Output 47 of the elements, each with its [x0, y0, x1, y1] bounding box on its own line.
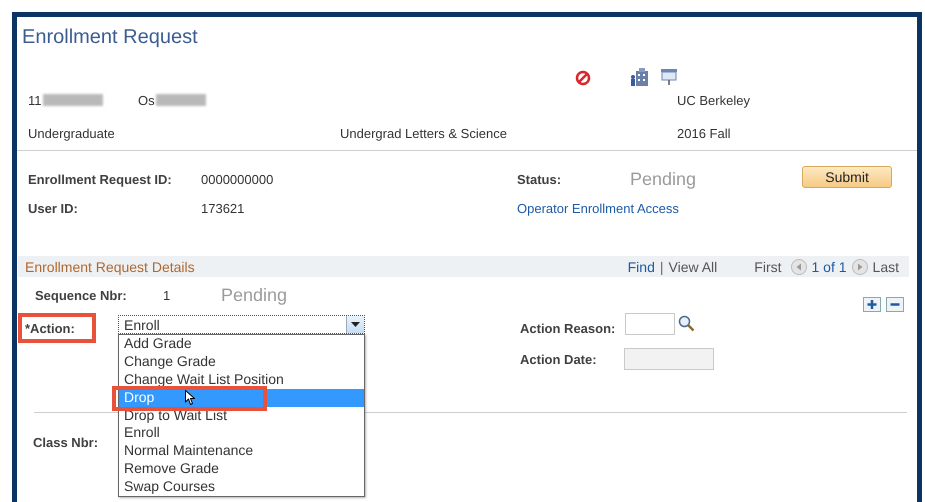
find-link[interactable]: Find: [628, 258, 655, 274]
first-label: First: [754, 258, 782, 274]
field-label: Action Reason:: [520, 320, 616, 336]
field-label: Enrollment Request ID:: [28, 172, 172, 186]
separator: |: [660, 258, 664, 274]
dropdown-option[interactable]: Remove Grade: [119, 460, 364, 478]
institution: UC Berkeley: [677, 92, 750, 108]
student-id: 11: [28, 92, 42, 108]
field-label: Class Nbr:: [33, 434, 98, 450]
status-value: Pending: [630, 168, 696, 190]
sequence-status: Pending: [221, 284, 288, 306]
dropdown-option[interactable]: Swap Courses: [119, 478, 364, 496]
page-count: 1 of 1: [812, 258, 847, 274]
view-all-link[interactable]: View All: [668, 258, 718, 274]
dropdown-option[interactable]: Normal Maintenance: [119, 442, 364, 460]
page-title: Enrollment Request: [21, 25, 199, 50]
redacted-block: [156, 94, 206, 106]
field-label: User ID:: [28, 200, 78, 216]
no-entry-icon: [575, 70, 591, 86]
presentation-board-icon: [660, 68, 678, 86]
dropdown-option[interactable]: Add Grade: [119, 335, 364, 353]
student-name: Os: [138, 92, 155, 108]
field-value: 1: [163, 288, 170, 302]
field-value: 173621: [201, 200, 244, 216]
action-dropdown[interactable]: Enroll: [118, 315, 365, 334]
last-label: Last: [872, 258, 899, 274]
term: 2016 Fall: [677, 126, 730, 141]
action-reason-field[interactable]: [625, 313, 675, 335]
delete-row-icon[interactable]: [886, 296, 904, 312]
redacted-block: [42, 94, 102, 106]
program: Undergrad Letters & Science: [340, 126, 507, 141]
status-label: Status:: [517, 172, 562, 186]
action-label: *Action:: [18, 313, 96, 343]
dropdown-option[interactable]: Enroll: [119, 424, 364, 442]
pointer-icon: [185, 390, 196, 406]
section-title: Enrollment Request Details: [25, 258, 195, 274]
search-icon[interactable]: [678, 315, 695, 332]
field-label: Action Date:: [520, 352, 597, 366]
career: Undergraduate: [28, 126, 115, 141]
operator-enrollment-link[interactable]: Operator Enrollment Access: [517, 200, 679, 216]
field-value: 0000000000: [201, 172, 274, 186]
building-icon: [630, 68, 650, 86]
add-row-icon[interactable]: [863, 296, 881, 312]
caret-icon: [346, 316, 364, 333]
dropdown-option[interactable]: Change Grade: [119, 352, 364, 371]
field-label: Sequence Nbr:: [35, 288, 127, 302]
submit-button[interactable]: Submit: [802, 166, 892, 188]
